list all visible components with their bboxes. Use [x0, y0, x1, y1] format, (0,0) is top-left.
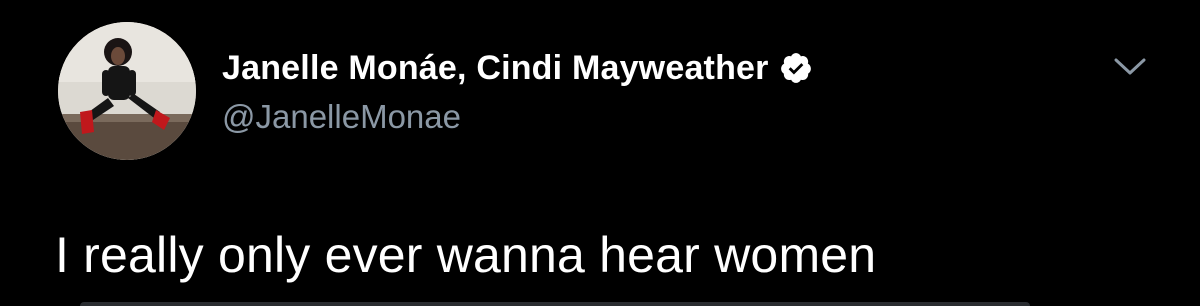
tweet-text: I really only ever wanna hear women	[55, 227, 877, 283]
display-name[interactable]: Janelle Monáe, Cindi Mayweather	[222, 49, 769, 88]
tweet: Janelle Monáe, Cindi Mayweather @Janelle…	[0, 0, 1200, 306]
author-handle[interactable]: @JanelleMonae	[222, 98, 461, 136]
author-name-row[interactable]: Janelle Monáe, Cindi Mayweather	[222, 46, 813, 90]
avatar[interactable]	[58, 22, 196, 160]
verified-badge-icon	[779, 51, 813, 85]
embedded-card-edge	[80, 302, 1030, 306]
chevron-down-icon[interactable]	[1108, 50, 1152, 82]
profile-photo	[58, 22, 196, 160]
